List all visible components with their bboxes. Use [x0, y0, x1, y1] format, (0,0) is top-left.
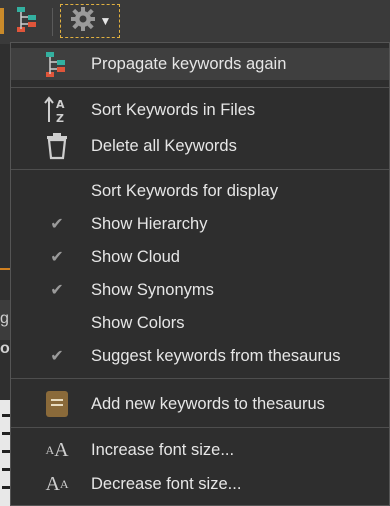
menu-item-add-to-thesaurus[interactable]: Add new keywords to thesaurus — [11, 386, 389, 422]
settings-context-menu: Propagate keywords again A Z Sort Keywor… — [10, 42, 390, 506]
menu-separator — [11, 87, 389, 88]
checkmark-icon: ✔ — [50, 249, 64, 266]
settings-menu-button[interactable]: ▼ — [60, 4, 120, 38]
menu-item-increase-font-size[interactable]: AA Increase font size... — [11, 434, 389, 466]
menu-item-label: Show Hierarchy — [91, 214, 208, 233]
svg-text:Z: Z — [56, 112, 64, 125]
menu-item-sort-keywords-display[interactable]: Sort Keywords for display — [11, 175, 389, 207]
menu-item-label: Decrease font size... — [91, 474, 242, 493]
menu-item-label: Show Colors — [91, 313, 185, 332]
menu-item-label: Sort Keywords in Files — [91, 100, 256, 119]
menu-item-label: Propagate keywords again — [91, 54, 287, 73]
menu-item-suggest-thesaurus[interactable]: ✔ Suggest keywords from thesaurus — [11, 340, 389, 372]
menu-item-show-synonyms[interactable]: ✔ Show Synonyms — [11, 274, 389, 306]
chevron-down-icon: ▼ — [99, 14, 112, 28]
menu-item-label: Delete all Keywords — [91, 136, 237, 155]
hierarchy-down-icon — [41, 48, 73, 80]
background-text-fragment: g — [0, 310, 9, 327]
menu-item-label: Show Synonyms — [91, 280, 214, 299]
font-decrease-icon: AA — [45, 472, 69, 495]
menu-item-sort-keywords-in-files[interactable]: A Z Sort Keywords in Files — [11, 94, 389, 126]
menu-item-label: Show Cloud — [91, 247, 180, 266]
menu-separator — [11, 427, 389, 428]
menu-item-label: Sort Keywords for display — [91, 181, 279, 200]
book-icon — [41, 388, 73, 420]
menu-item-show-cloud[interactable]: ✔ Show Cloud — [11, 241, 389, 273]
toolbar: ▼ — [0, 0, 390, 44]
propagate-toolbar-button[interactable] — [8, 4, 48, 38]
menu-item-delete-all-keywords[interactable]: Delete all Keywords — [11, 130, 389, 162]
menu-item-show-hierarchy[interactable]: ✔ Show Hierarchy — [11, 208, 389, 240]
checkmark-icon: ✔ — [50, 348, 64, 365]
menu-separator — [11, 169, 389, 170]
checkmark-icon: ✔ — [50, 216, 64, 233]
checkmark-icon: ✔ — [50, 282, 64, 299]
menu-item-label: Suggest keywords from thesaurus — [91, 346, 341, 365]
menu-item-label: Increase font size... — [91, 440, 235, 459]
toolbar-edge — [0, 8, 4, 34]
menu-item-label: Add new keywords to thesaurus — [91, 394, 325, 413]
settings-gear-icon — [69, 5, 97, 38]
menu-item-propagate-keywords[interactable]: Propagate keywords again — [11, 48, 389, 80]
hierarchy-down-icon — [14, 5, 42, 38]
menu-item-decrease-font-size[interactable]: AA Decrease font size... — [11, 468, 389, 500]
menu-item-show-colors[interactable]: Show Colors — [11, 307, 389, 339]
svg-text:A: A — [56, 98, 65, 111]
font-increase-icon: AA — [45, 438, 69, 461]
sort-az-icon: A Z — [41, 94, 73, 126]
toolbar-separator — [52, 8, 53, 36]
menu-separator — [11, 378, 389, 379]
trash-icon — [41, 130, 73, 162]
